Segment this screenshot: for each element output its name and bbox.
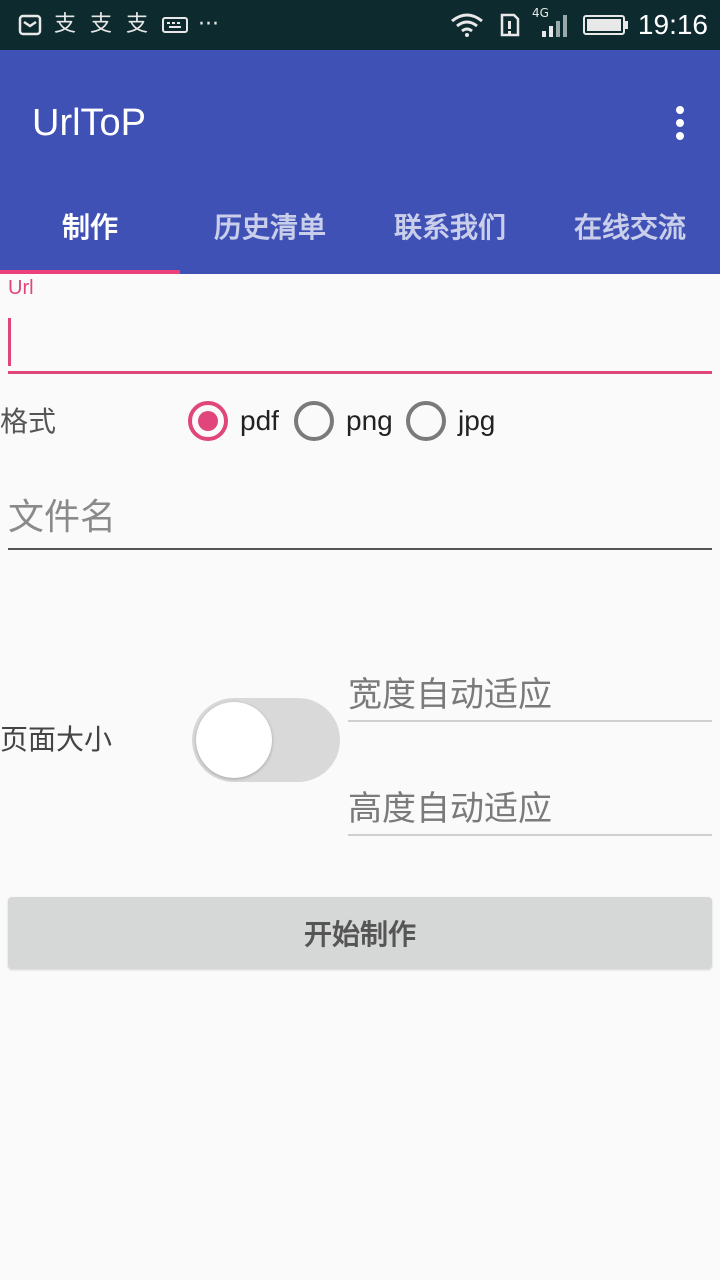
status-bar: 支 支 支 ··· 4G 19:16 bbox=[0, 0, 720, 50]
filename-placeholder: 文件名 bbox=[8, 497, 117, 538]
radio-png-label: png bbox=[346, 405, 393, 436]
tab-history[interactable]: 历史清单 bbox=[180, 200, 360, 274]
more-vert-icon[interactable] bbox=[670, 104, 690, 144]
radio-png[interactable]: png bbox=[294, 400, 393, 442]
url-input[interactable] bbox=[8, 310, 712, 374]
more-icon: ··· bbox=[198, 12, 219, 37]
battery-icon bbox=[583, 13, 629, 37]
clock: 19:16 bbox=[637, 9, 708, 40]
signal-icon bbox=[540, 13, 572, 37]
radio-unchecked-icon bbox=[406, 401, 446, 441]
wifi-icon bbox=[450, 13, 484, 37]
app-bar: UrlToP 制作 历史清单 联系我们 在线交流 bbox=[0, 50, 720, 274]
radio-pdf-label: pdf bbox=[240, 405, 279, 436]
tab-contact-us[interactable]: 联系我们 bbox=[360, 200, 540, 274]
radio-jpg-label: jpg bbox=[458, 405, 496, 436]
sim-icon bbox=[498, 13, 522, 37]
radio-pdf[interactable]: pdf bbox=[188, 400, 279, 442]
text-cursor bbox=[8, 318, 11, 366]
app-title: UrlToP bbox=[32, 102, 147, 144]
app-notification-icon: 支 bbox=[54, 12, 77, 37]
start-button[interactable]: 开始制作 bbox=[8, 897, 712, 969]
format-label: 格式 bbox=[0, 405, 57, 438]
radio-unchecked-icon bbox=[294, 401, 334, 441]
tab-bar: 制作 历史清单 联系我们 在线交流 bbox=[0, 200, 720, 274]
tab-online-chat[interactable]: 在线交流 bbox=[540, 200, 720, 274]
radio-checked-icon bbox=[188, 401, 228, 441]
page-size-label: 页面大小 bbox=[0, 723, 113, 756]
url-label: Url bbox=[8, 277, 34, 299]
app-notification-icon: 支 bbox=[126, 12, 149, 37]
keyboard-icon bbox=[162, 13, 188, 37]
page-size-switch[interactable] bbox=[192, 698, 340, 782]
radio-jpg[interactable]: jpg bbox=[406, 400, 495, 442]
tab-indicator bbox=[0, 270, 180, 274]
switch-knob bbox=[196, 702, 272, 778]
app-notification-icon: 支 bbox=[90, 12, 113, 37]
height-placeholder: 高度自动适应 bbox=[348, 789, 552, 829]
mail-icon bbox=[18, 13, 42, 37]
tab-make[interactable]: 制作 bbox=[0, 200, 180, 274]
width-placeholder: 宽度自动适应 bbox=[348, 675, 552, 715]
